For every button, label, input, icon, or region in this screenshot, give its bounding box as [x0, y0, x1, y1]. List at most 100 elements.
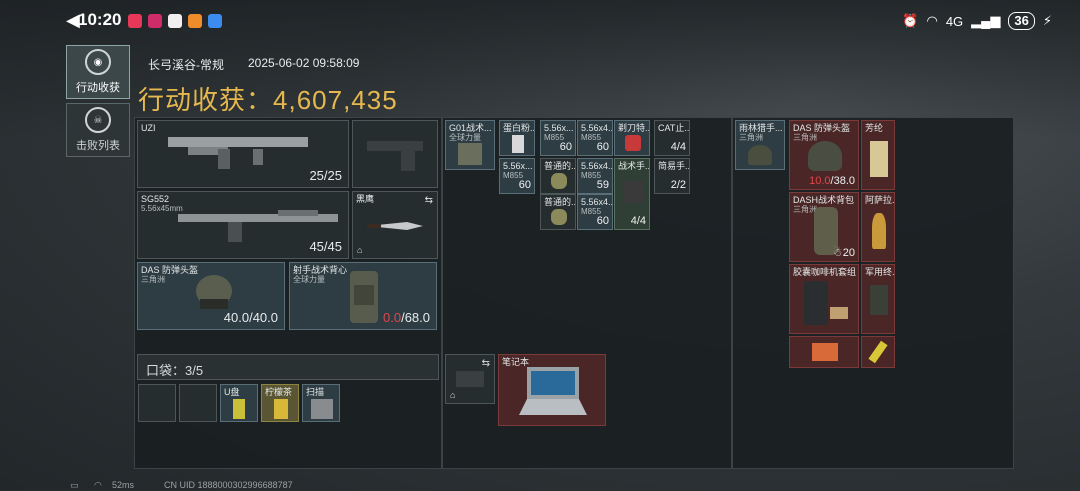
item-name: 战术手...: [618, 161, 650, 171]
ammo-count: 25/25: [309, 168, 342, 183]
item-name: 5.56x4...: [581, 161, 613, 171]
item-name: DAS 防弹头盔: [793, 123, 851, 133]
total-value: 行动收获：4,607,435: [138, 80, 398, 117]
item-sub: 三角洲: [793, 133, 817, 142]
item-count: 60: [559, 141, 572, 153]
pocket-item-usb[interactable]: U盘: [220, 384, 258, 422]
backpack-coffee[interactable]: 胶囊咖啡机套组: [789, 264, 859, 334]
tab-kills[interactable]: ☠ 击败列表: [66, 103, 130, 157]
item-count: 60: [518, 179, 531, 191]
pocket-slot-empty[interactable]: [138, 384, 176, 422]
tab-kills-label: 击败列表: [76, 140, 120, 152]
secondary-weapon-slot[interactable]: SG552 5.56x45mm 45/45: [137, 191, 349, 259]
uzi-icon: [168, 137, 308, 169]
item-count: 2/2: [670, 179, 686, 191]
ammo-count: 45/45: [309, 239, 342, 254]
durability: 0.0/68.0: [383, 310, 430, 325]
pocket-label: 口袋：3/5: [146, 363, 204, 378]
item-name: 军用终...: [865, 267, 895, 277]
helmet-slot[interactable]: DAS 防弹头盔 三角洲 40.0/40.0: [137, 262, 285, 330]
loot-item[interactable]: 5.56x... M855 60: [499, 158, 535, 194]
app-icon: [208, 14, 222, 28]
backpack-item[interactable]: 芳纶: [861, 120, 895, 190]
box-icon: [812, 343, 838, 361]
loot-item-laptop[interactable]: 笔记本: [498, 354, 606, 426]
melee-slot[interactable]: 黑鹰 ⇆ ⌂: [352, 191, 438, 259]
tab-loot[interactable]: ◉ 行动收获: [66, 45, 130, 99]
backpack-item[interactable]: [789, 336, 859, 368]
loot-item[interactable]: 蛋白粉...: [499, 120, 535, 156]
loot-item[interactable]: 战术手... 4/4: [614, 158, 650, 230]
backpack-bag[interactable]: DASH战术背包 三角洲 ☃20: [789, 192, 859, 262]
item-name: CAT止...: [658, 123, 690, 133]
loot-item[interactable]: 普通的...: [540, 158, 576, 194]
item-name: 普通的...: [544, 197, 576, 207]
app-icon: [128, 14, 142, 28]
item-sub: 三角洲: [739, 133, 763, 142]
side-nav: ◉ 行动收获 ☠ 击败列表: [66, 45, 130, 161]
status-time: 10:20: [78, 10, 122, 29]
qq-icon: [168, 14, 182, 28]
item-name: DASH战术背包: [793, 195, 855, 205]
pistol-slot[interactable]: [352, 120, 438, 188]
backpack-item[interactable]: [861, 336, 895, 368]
item-name: 5.56x...: [544, 123, 574, 133]
bind-icon: ⌂: [357, 245, 363, 255]
weapon-caliber: 5.56x45mm: [141, 204, 183, 213]
backpack-helmet[interactable]: DAS 防弹头盔 三角洲 10.0/38.0: [789, 120, 859, 190]
item-name: 雨林猎手...: [739, 123, 783, 133]
bag-count: 20: [842, 247, 855, 259]
item-name: 普通的...: [544, 161, 576, 171]
container-slot[interactable]: ⇆ ⌂: [445, 354, 495, 404]
backpack-item[interactable]: 军用终...: [861, 264, 895, 334]
coffee-machine-icon: [804, 281, 828, 325]
loot-item[interactable]: 5.56x4... M855 59: [577, 158, 613, 194]
skull-icon: ☠: [85, 107, 111, 133]
pocket-item-tea[interactable]: 柠檬茶: [261, 384, 299, 422]
loot-item[interactable]: 5.56x4... M855 60: [577, 120, 613, 156]
loot-item[interactable]: 5.56x... M855 60: [540, 120, 576, 156]
terminal-icon: [870, 285, 888, 315]
loot-item[interactable]: CAT止... 4/4: [654, 120, 690, 156]
vest-name: 射手战术背心: [293, 265, 348, 275]
item-count: 60: [596, 141, 609, 153]
weapon-name: SG552: [141, 194, 170, 204]
item-name: G01战术...: [449, 123, 492, 133]
swap-icon[interactable]: ⇆: [425, 195, 433, 206]
loot-item[interactable]: 5.56x4... M855 60: [577, 194, 613, 230]
vest-slot[interactable]: 射手战术背心 全球力量 0.0/68.0: [289, 262, 437, 330]
loot-item[interactable]: G01战术... 全球力量: [445, 120, 495, 170]
item-name: U盘: [224, 387, 240, 397]
helmet-icon: [748, 145, 772, 165]
pocket-slot-empty[interactable]: [179, 384, 217, 422]
loot-item[interactable]: 剃刀特...: [614, 120, 650, 156]
weapon-name: UZI: [141, 123, 156, 133]
signal-icon: ▂▄▆: [971, 13, 1001, 28]
durability: 40.0/40.0: [224, 310, 278, 325]
coffee-box-icon: [830, 307, 848, 319]
helmet-brand: 三角洲: [141, 275, 165, 284]
app-icon: [148, 14, 162, 28]
loot-item[interactable]: 简易手... 2/2: [654, 158, 690, 194]
pistol-icon: [367, 141, 423, 171]
item-name: 5.56x4...: [581, 123, 613, 133]
network-label: 4G: [945, 13, 964, 29]
usb-icon: [233, 399, 245, 419]
vest-icon: [350, 271, 378, 323]
pocket-header: 口袋：3/5: [137, 354, 439, 380]
helmet-name: DAS 防弹头盔: [141, 265, 199, 275]
match-datetime: 2025-06-02 09:58:09: [248, 56, 360, 70]
pocket-item-scan[interactable]: 扫描: [302, 384, 340, 422]
durability-max: /40.0: [249, 310, 278, 325]
swap-icon[interactable]: ⇆: [482, 358, 490, 369]
item-name: 胶囊咖啡机套组: [793, 267, 857, 277]
uid-text: CN UID 1888000302996688787: [164, 480, 293, 490]
alarm-icon: ⏰: [902, 13, 919, 28]
razor-icon: [625, 135, 641, 151]
backpack-item[interactable]: 阿萨拉...: [861, 192, 895, 262]
loot-item[interactable]: 普通的...: [540, 194, 576, 230]
primary-weapon-slot[interactable]: UZI 25/25: [137, 120, 349, 188]
laptop-icon: [519, 367, 587, 415]
backpack-item[interactable]: 雨林猎手... 三角洲: [735, 120, 785, 170]
ore-icon: [551, 173, 567, 189]
